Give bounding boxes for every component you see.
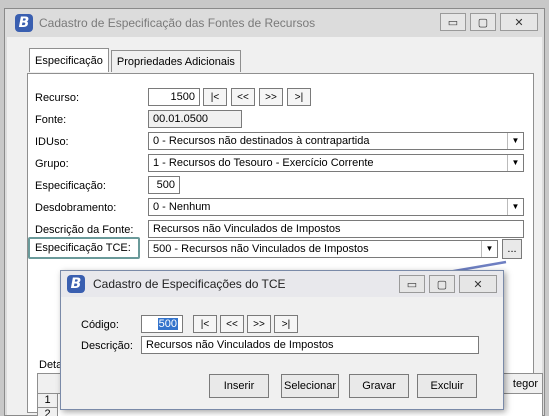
desdobramento-label: Desdobramento: <box>35 202 117 214</box>
grid-row-number: 1 <box>38 394 58 408</box>
inserir-button[interactable]: Inserir <box>209 374 269 398</box>
desdobramento-value: 0 - Nenhum <box>153 201 211 213</box>
especificacao-input[interactable]: 500 <box>148 176 180 194</box>
main-window-title: Cadastro de Especificação das Fontes de … <box>39 16 316 30</box>
especificacao-tce-value: 500 - Recursos não Vinculados de Imposto… <box>153 243 369 255</box>
main-titlebar: B Cadastro de Especificação das Fontes d… <box>5 9 544 37</box>
dialog-maximize-button[interactable]: ▢ <box>429 275 455 293</box>
grid-row-number: 2 <box>38 408 58 416</box>
selecionar-button[interactable]: Selecionar <box>281 374 339 398</box>
app-logo-icon: B <box>15 14 33 32</box>
recurso-label: Recurso: <box>35 92 80 104</box>
especificacao-tce-select[interactable]: 500 - Recursos não Vinculados de Imposto… <box>148 240 498 258</box>
tab-strip: Especificação Propriedades Adicionais <box>29 48 241 72</box>
dialog-close-button[interactable]: ✕ <box>459 275 497 293</box>
dialog-minimize-button[interactable]: ▭ <box>399 275 425 293</box>
recurso-first-button[interactable]: |< <box>203 88 227 106</box>
dialog-title: Cadastro de Especificações do TCE <box>93 277 286 291</box>
fonte-field: 00.01.0500 <box>148 110 242 128</box>
tab-especificacao[interactable]: Especificação <box>29 48 109 72</box>
iduso-value: 0 - Recursos não destinados à contrapart… <box>153 135 370 147</box>
grupo-label: Grupo: <box>35 158 69 170</box>
close-button[interactable]: ✕ <box>500 13 538 31</box>
codigo-value: 500 <box>157 318 178 330</box>
codigo-first-button[interactable]: |< <box>193 315 217 333</box>
dialog-titlebar: B Cadastro de Especificações do TCE ▭ ▢ … <box>61 271 503 297</box>
descricao-fonte-input[interactable]: Recursos não Vinculados de Impostos <box>148 220 524 238</box>
minimize-button[interactable]: ▭ <box>440 13 466 31</box>
chevron-down-icon: ▼ <box>507 199 523 215</box>
chevron-down-icon: ▼ <box>507 133 523 149</box>
dialog-descricao-label: Descrição: <box>81 340 133 352</box>
codigo-label: Código: <box>81 319 119 331</box>
grupo-select[interactable]: 1 - Recursos do Tesouro - Exercício Corr… <box>148 154 524 172</box>
recurso-prev-button[interactable]: << <box>231 88 255 106</box>
iduso-select[interactable]: 0 - Recursos não destinados à contrapart… <box>148 132 524 150</box>
dialog-descricao-input[interactable]: Recursos não Vinculados de Impostos <box>141 336 479 354</box>
recurso-next-button[interactable]: >> <box>259 88 283 106</box>
recurso-input[interactable]: 1500 <box>148 88 200 106</box>
especificacao-label: Especificação: <box>35 180 106 192</box>
codigo-input[interactable]: 500 <box>141 315 183 333</box>
tce-dialog: B Cadastro de Especificações do TCE ▭ ▢ … <box>60 270 504 410</box>
chevron-down-icon: ▼ <box>507 155 523 171</box>
grupo-value: 1 - Recursos do Tesouro - Exercício Corr… <box>153 157 374 169</box>
descricao-fonte-label: Descrição da Fonte: <box>35 224 134 236</box>
excluir-button[interactable]: Excluir <box>417 374 477 398</box>
especificacao-tce-label: Especificação TCE: <box>35 242 131 254</box>
tab-propriedades-adicionais[interactable]: Propriedades Adicionais <box>110 50 241 72</box>
codigo-prev-button[interactable]: << <box>220 315 244 333</box>
desdobramento-select[interactable]: 0 - Nenhum ▼ <box>148 198 524 216</box>
chevron-down-icon: ▼ <box>481 241 497 257</box>
fonte-label: Fonte: <box>35 114 67 126</box>
grid-col-header: tegor <box>512 378 538 390</box>
app-logo-icon: B <box>67 275 85 293</box>
especificacao-tce-lookup-button[interactable]: ... <box>502 239 522 259</box>
codigo-last-button[interactable]: >| <box>274 315 298 333</box>
codigo-next-button[interactable]: >> <box>247 315 271 333</box>
iduso-label: IDUso: <box>35 136 69 148</box>
maximize-button[interactable]: ▢ <box>470 13 496 31</box>
recurso-last-button[interactable]: >| <box>287 88 311 106</box>
gravar-button[interactable]: Gravar <box>349 374 409 398</box>
